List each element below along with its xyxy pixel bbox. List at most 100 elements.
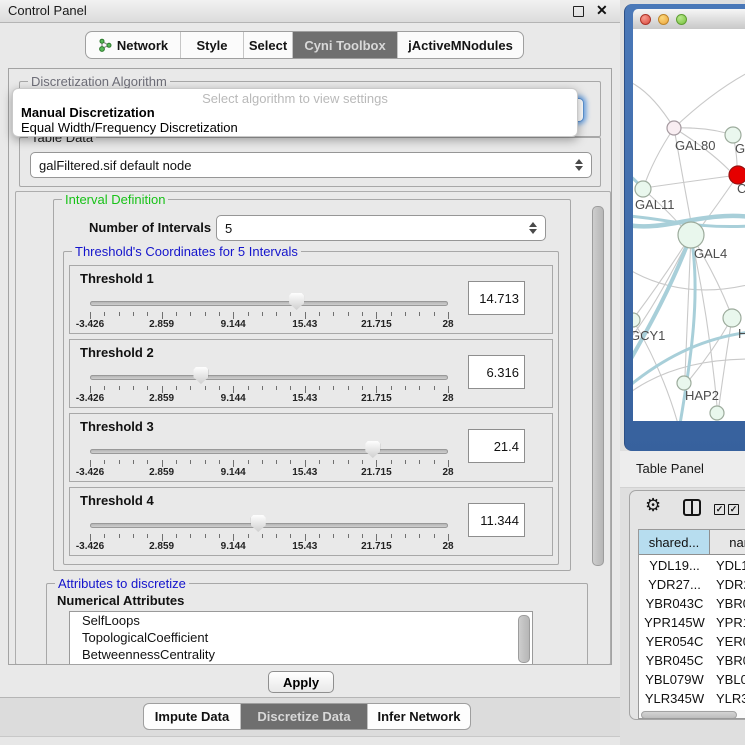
- cell-shared-name[interactable]: YLR345W: [639, 689, 710, 708]
- table-data-group: Table Data galFiltered.sif default node: [19, 137, 601, 187]
- tab-label: jActiveMNodules: [408, 38, 513, 53]
- combobox-value: 5: [225, 221, 232, 236]
- slider-track[interactable]: [90, 449, 448, 454]
- table-row[interactable]: YLR345W YLR345W: [639, 689, 745, 708]
- cell-shared-name[interactable]: YDR27...: [639, 575, 710, 594]
- slider-thumb[interactable]: [365, 441, 380, 458]
- zoom-button[interactable]: [676, 14, 687, 25]
- network-edge: [633, 81, 674, 128]
- list-item[interactable]: TopologicalCoefficient: [70, 629, 532, 646]
- list-item[interactable]: BetweennessCentrality: [70, 646, 532, 663]
- slider-thumb[interactable]: [193, 367, 208, 384]
- attributes-list[interactable]: SelfLoops TopologicalCoefficient Between…: [69, 611, 533, 665]
- cell-shared-name[interactable]: YBR045C: [639, 651, 710, 670]
- table-row[interactable]: YPR145W YPR145W: [639, 613, 745, 632]
- tab-network[interactable]: Network: [86, 32, 181, 58]
- vertical-scrollbar[interactable]: [592, 206, 604, 566]
- network-node-label: GCY1: [633, 328, 665, 343]
- cell-shared-name[interactable]: YDL19...: [639, 556, 710, 575]
- tab-label: Style: [196, 38, 227, 53]
- cell-name[interactable]: YDR27: [716, 575, 745, 594]
- tick-label: -3.426: [76, 319, 104, 330]
- cell-shared-name[interactable]: YBR043C: [639, 594, 710, 613]
- checkbox-icon[interactable]: ✓: [728, 504, 739, 515]
- network-node-H[interactable]: [723, 309, 741, 327]
- tick-label: 9.144: [221, 393, 246, 404]
- network-svg: GAL80GACGAL11GAL4GCY1HHAP2: [633, 29, 745, 421]
- column-header-shared-name[interactable]: shared...: [639, 530, 710, 555]
- slider-track[interactable]: [90, 523, 448, 528]
- cell-name[interactable]: YBL079W: [716, 670, 745, 689]
- tab-infer-network[interactable]: Infer Network: [368, 704, 470, 729]
- close-button[interactable]: [640, 14, 651, 25]
- table-row[interactable]: YER054C YER054C: [639, 632, 745, 651]
- group-title: Discretization Algorithm: [28, 74, 170, 89]
- network-window-titlebar: [633, 9, 745, 30]
- threshold-value-field[interactable]: 6.316: [468, 355, 525, 389]
- dropdown-option-equal-width[interactable]: Equal Width/Frequency Discretization: [21, 120, 238, 135]
- cell-name[interactable]: YBR045C: [716, 651, 745, 670]
- threshold-value-field[interactable]: 21.4: [468, 429, 525, 463]
- network-canvas[interactable]: GAL80GACGAL11GAL4GCY1HHAP2: [633, 29, 745, 421]
- close-icon[interactable]: ✕: [596, 2, 608, 19]
- network-node-GCY1[interactable]: [633, 313, 640, 327]
- group-title: Attributes to discretize: [55, 576, 189, 591]
- slider-thumb[interactable]: [289, 293, 304, 310]
- node-table: shared... name YDL19... YDL19 YDR27... Y…: [638, 529, 745, 719]
- network-edge: [651, 175, 738, 187]
- network-node-bottom[interactable]: [710, 406, 724, 420]
- table-row[interactable]: YBR043C YBR043C: [639, 594, 745, 613]
- checkbox-icon[interactable]: ✓: [714, 504, 725, 515]
- cell-shared-name[interactable]: YPR145W: [639, 613, 710, 632]
- tab-select[interactable]: Select: [244, 32, 293, 58]
- apply-button[interactable]: Apply: [268, 671, 334, 693]
- threshold-value-field[interactable]: 11.344: [468, 503, 525, 537]
- network-node-GAL4[interactable]: [678, 222, 704, 248]
- gear-icon[interactable]: ⚙: [645, 495, 661, 516]
- threshold-4-panel: Threshold 4 -3.426 2.859 9.144 15.43 21.…: [69, 487, 553, 556]
- num-intervals-combobox[interactable]: 5: [216, 215, 546, 241]
- cell-name[interactable]: YER054C: [716, 632, 745, 651]
- tab-jactivemnodules[interactable]: jActiveMNodules: [398, 32, 523, 58]
- list-scrollbar[interactable]: [518, 615, 530, 663]
- table-row[interactable]: YDR27... YDR27: [639, 575, 745, 594]
- table-data-combobox[interactable]: galFiltered.sif default node: [30, 152, 592, 178]
- stepper-icon: [575, 159, 584, 171]
- tab-impute-data[interactable]: Impute Data: [144, 704, 241, 729]
- horizontal-scrollbar[interactable]: [639, 710, 745, 719]
- network-node-GAL11[interactable]: [635, 181, 651, 197]
- slider-track[interactable]: [90, 301, 448, 306]
- tick-label: 28: [442, 467, 453, 478]
- table-row[interactable]: YBL079W YBL079W: [639, 670, 745, 689]
- threshold-value-field[interactable]: 14.713: [468, 281, 525, 315]
- tab-cyni-toolbox[interactable]: Cyni Toolbox: [293, 32, 398, 58]
- minimize-button[interactable]: [658, 14, 669, 25]
- network-node-GAL80[interactable]: [667, 121, 681, 135]
- network-view-window[interactable]: GAL80GACGAL11GAL4GCY1HHAP2: [624, 4, 745, 451]
- network-icon: [98, 38, 112, 52]
- cell-name[interactable]: YLR345W: [716, 689, 745, 708]
- horizontal-scrollbar-thumb[interactable]: [641, 711, 737, 719]
- float-window-icon[interactable]: [573, 6, 584, 17]
- network-edge: [636, 235, 691, 315]
- network-edge: [633, 235, 691, 364]
- tab-discretize-data[interactable]: Discretize Data: [241, 704, 368, 729]
- slider-thumb[interactable]: [251, 515, 266, 532]
- network-edge: [643, 128, 674, 189]
- split-view-icon[interactable]: [683, 499, 701, 516]
- cell-name[interactable]: YDL19: [716, 556, 745, 575]
- table-panel-title: Table Panel: [636, 461, 704, 476]
- cell-shared-name[interactable]: YBL079W: [639, 670, 710, 689]
- screen: Control Panel ✕ Network Style: [0, 0, 745, 745]
- tick-label: 2.859: [149, 541, 174, 552]
- cell-name[interactable]: YBR043C: [716, 594, 745, 613]
- dropdown-option-manual[interactable]: Manual Discretization: [21, 105, 155, 120]
- list-item[interactable]: SelfLoops: [70, 612, 532, 629]
- table-row[interactable]: YDL19... YDL19: [639, 556, 745, 575]
- cell-shared-name[interactable]: YER054C: [639, 632, 710, 651]
- slider-track[interactable]: [90, 375, 448, 380]
- cell-name[interactable]: YPR145W: [716, 613, 745, 632]
- tab-style[interactable]: Style: [181, 32, 244, 58]
- column-header-name[interactable]: name: [710, 530, 745, 555]
- table-row[interactable]: YBR045C YBR045C: [639, 651, 745, 670]
